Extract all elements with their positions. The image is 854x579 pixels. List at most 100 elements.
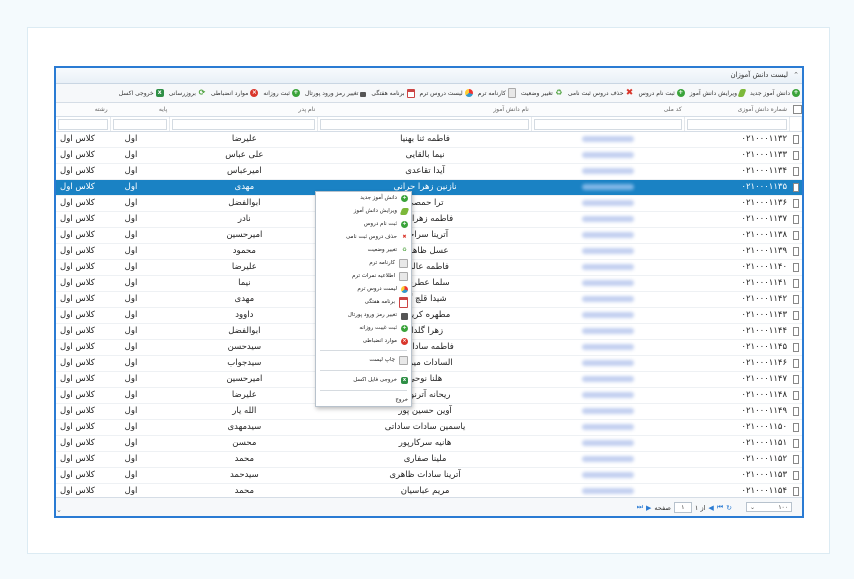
toolbar-daily-log[interactable]: + ثبت روزانه: [263, 89, 300, 97]
filter-father[interactable]: [170, 117, 319, 131]
table-row[interactable]: ۰۲۱۰۰۰۱۱۳۹ عسل ظاهری محمود اول کلاس اول: [56, 244, 802, 260]
toolbar-change-password[interactable]: تغییر رمز ورود پورتال: [305, 90, 367, 97]
row-checkbox[interactable]: [790, 404, 802, 419]
select-all-checkbox[interactable]: [790, 103, 802, 116]
filter-code[interactable]: [532, 117, 685, 131]
context-menu-item[interactable]: برنامه هفتگی: [316, 296, 411, 309]
toolbar-weekly-schedule[interactable]: برنامه هفتگی: [371, 88, 415, 98]
row-checkbox[interactable]: [790, 196, 802, 211]
row-checkbox[interactable]: [790, 468, 802, 483]
row-checkbox[interactable]: [790, 180, 802, 195]
field: کلاس اول: [60, 214, 95, 224]
toolbar-excel-export[interactable]: x خروجی اکسل: [119, 89, 164, 97]
row-checkbox[interactable]: [790, 420, 802, 435]
row-checkbox[interactable]: [790, 132, 802, 147]
context-menu-item[interactable]: ♻ تغییر وضعیت: [316, 244, 411, 257]
table-row[interactable]: ۰۲۱۰۰۰۱۱۴۴ زهرا گلدار ابوالفضل اول کلاس اول: [56, 324, 802, 340]
context-menu-item[interactable]: ✖ حذف دروس ثبت نامی: [316, 231, 411, 244]
filter-name[interactable]: [318, 117, 532, 131]
row-checkbox[interactable]: [790, 308, 802, 323]
table-row[interactable]: ۰۲۱۰۰۰۱۱۵۳ آترینا سادات ظاهری سیدحمد اول کلا…: [56, 468, 802, 484]
filter-grade[interactable]: [111, 117, 171, 131]
row-checkbox[interactable]: [790, 340, 802, 355]
col-father-name[interactable]: نام پدر: [170, 103, 318, 116]
page-size[interactable]: ⌄ ۱۰۰: [746, 502, 792, 512]
student-number: ۰۲۱۰۰۰۱۱۴۸: [741, 390, 788, 400]
col-grade[interactable]: پایه: [111, 103, 171, 116]
context-menu-item[interactable]: + ثبت غیبت روزانه: [316, 322, 411, 335]
table-row[interactable]: ۰۲۱۰۰۰۱۱۳۳ نیما بالقایی علی عباس اول کلاس او…: [56, 148, 802, 164]
row-checkbox[interactable]: [790, 164, 802, 179]
table-row[interactable]: ۰۲۱۰۰۰۱۱۴۸ ریحانه آترنوش علیرضا اول کلاس اول: [56, 388, 802, 404]
filter-number[interactable]: [685, 117, 791, 131]
context-menu-item[interactable]: لیست دروس ترم: [316, 283, 411, 296]
context-menu-item[interactable]: کارنامه ترم: [316, 257, 411, 270]
col-field[interactable]: رشته: [56, 103, 111, 116]
father-name: سیدمهدی: [227, 422, 262, 432]
table-row[interactable]: ۰۲۱۰۰۰۱۱۴۲ شیدا قلچ گر مهدی اول کلاس اول: [56, 292, 802, 308]
toolbar-register-courses[interactable]: + ثبت نام دروس: [639, 89, 685, 97]
col-student-name[interactable]: نام دانش آموز: [318, 103, 532, 116]
context-menu-item[interactable]: + دانش آموز جدید: [316, 192, 411, 205]
table-row[interactable]: ۰۲۱۰۰۰۱۱۴۰ فاطمه عالمی علیرضا اول کلاس اول: [56, 260, 802, 276]
collapse-icon[interactable]: ⌃: [793, 68, 799, 83]
row-checkbox[interactable]: [790, 388, 802, 403]
filter-field[interactable]: [56, 117, 111, 131]
row-checkbox[interactable]: [790, 372, 802, 387]
table-row[interactable]: ۰۲۱۰۰۰۱۱۴۶ السادات میر ف سیدجواب اول کلاس او…: [56, 356, 802, 372]
table-row[interactable]: ۰۲۱۰۰۰۱۱۳۷ فاطمه زهرا حید نادر اول کلاس اول: [56, 212, 802, 228]
context-menu-item[interactable]: + ثبت نام دروس: [316, 218, 411, 231]
col-national-code[interactable]: کد ملی: [532, 103, 685, 116]
row-checkbox[interactable]: [790, 244, 802, 259]
row-checkbox[interactable]: [790, 212, 802, 227]
table-row[interactable]: ۰۲۱۰۰۰۱۱۵۱ هانیه سرکارپور محسن اول کلاس اول: [56, 436, 802, 452]
table-row[interactable]: ۰۲۱۰۰۰۱۱۴۷ هلنا نوحی امیرحسین اول کلاس اول: [56, 372, 802, 388]
row-checkbox[interactable]: [790, 276, 802, 291]
context-menu-item[interactable]: چاپ لیست: [316, 353, 411, 368]
col-student-number[interactable]: شماره دانش آموزی: [685, 103, 790, 116]
table-row[interactable]: ۰۲۱۰۰۰۱۱۳۵ نازنین زهرا حرانی مهدی اول کلاس ا…: [56, 180, 802, 196]
row-checkbox[interactable]: [790, 452, 802, 467]
table-row[interactable]: ۰۲۱۰۰۰۱۱۵۰ یاسمین سادات ساداتی سیدمهدی اول ک…: [56, 420, 802, 436]
toolbar-new-student[interactable]: + دانش آموز جدید: [750, 89, 800, 97]
toolbar-term-report[interactable]: کارنامه ترم: [478, 88, 516, 98]
toolbar-term-courses[interactable]: لیست دروس ترم: [420, 89, 473, 97]
context-menu-item[interactable]: خروج: [316, 393, 411, 408]
table-row[interactable]: ۰۲۱۰۰۰۱۱۴۳ مطهره کریمی داوود اول کلاس اول: [56, 308, 802, 324]
toolbar-discipline[interactable]: × موارد انضباطی: [211, 89, 259, 97]
context-menu-item[interactable]: اطلاعیه نمرات ترم: [316, 270, 411, 283]
table-row[interactable]: ۰۲۱۰۰۰۱۱۴۹ آوین حسین پور الله یار اول کلاس ا…: [56, 404, 802, 420]
row-checkbox[interactable]: [790, 148, 802, 163]
table-row[interactable]: ۰۲۱۰۰۰۱۱۳۶ ترا حمصی ابوالفضل اول کلاس اول: [56, 196, 802, 212]
table-row[interactable]: ۰۲۱۰۰۰۱۱۴۱ سلما عطرچی نیما اول کلاس اول: [56, 276, 802, 292]
last-page-icon[interactable]: ⏮: [717, 503, 723, 512]
row-checkbox[interactable]: [790, 436, 802, 451]
table-row[interactable]: ۰۲۱۰۰۰۱۱۳۴ آیدا تقاعدی امیرعباس اول کلاس اول: [56, 164, 802, 180]
father-name: مهدی: [234, 182, 255, 192]
scroll-down-icon[interactable]: ⌄: [56, 506, 64, 514]
next-page-icon[interactable]: ▶: [646, 504, 651, 512]
table-row[interactable]: ۰۲۱۰۰۰۱۱۳۲ فاطمه ثنا بهنیا علیرضا اول کلاس ا…: [56, 132, 802, 148]
toolbar-refresh[interactable]: ⟳ بروزرسانی: [169, 89, 206, 97]
toolbar-change-status[interactable]: ♻ تغییر وضعیت: [521, 89, 563, 97]
student-number: ۰۲۱۰۰۰۱۱۳۶: [741, 198, 788, 208]
grade: اول: [124, 390, 138, 400]
page-input[interactable]: ۱: [673, 502, 692, 513]
context-menu-item[interactable]: × موارد انضباطی: [316, 335, 411, 348]
row-checkbox[interactable]: [790, 292, 802, 307]
context-menu-item[interactable]: ویرایش دانش آموز: [316, 205, 411, 218]
first-page-icon[interactable]: ⏭: [637, 503, 643, 512]
row-checkbox[interactable]: [790, 228, 802, 243]
row-checkbox[interactable]: [790, 260, 802, 275]
refresh-icon[interactable]: ↻: [726, 504, 732, 512]
row-checkbox[interactable]: [790, 356, 802, 371]
toolbar-edit-student[interactable]: ویرایش دانش آموز: [690, 89, 747, 97]
context-menu-item[interactable]: x خروجی فایل اکسل: [316, 373, 411, 388]
table-row[interactable]: ۰۲۱۰۰۰۱۱۵۲ ملینا صفاری محمد اول کلاس اول: [56, 452, 802, 468]
toolbar-delete-courses[interactable]: ✖ حذف دروس ثبت نامی: [568, 89, 634, 98]
prev-page-icon[interactable]: ◀: [708, 504, 713, 512]
table-row[interactable]: ۰۲۱۰۰۰۱۱۴۵ فاطمه سادات م سیدحسن اول کلاس اول: [56, 340, 802, 356]
table-row[interactable]: ۰۲۱۰۰۰۱۱۳۸ آترینا سراجی امیرحسین اول کلاس او…: [56, 228, 802, 244]
context-menu-item[interactable]: تغییر رمز ورود پورتال: [316, 309, 411, 322]
row-checkbox[interactable]: [790, 324, 802, 339]
